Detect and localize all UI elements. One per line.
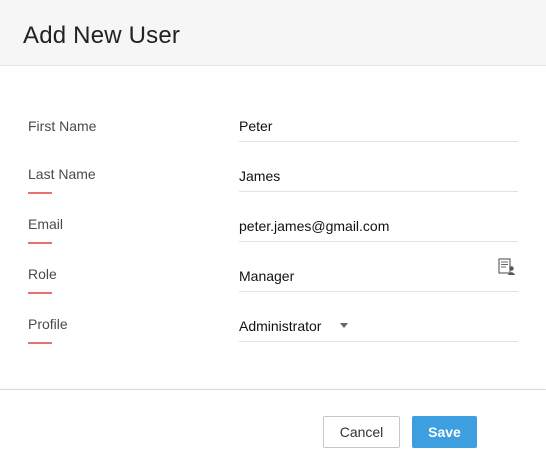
profile-label: Profile xyxy=(28,316,68,332)
profile-select[interactable]: Administrator xyxy=(239,318,321,334)
first-name-row: First Name Peter xyxy=(28,116,518,166)
last-name-label: Last Name xyxy=(28,166,96,182)
email-underline xyxy=(239,241,518,242)
dialog-header: Add New User xyxy=(0,0,546,66)
last-name-row: Last Name James xyxy=(28,164,518,214)
role-underline xyxy=(239,291,518,292)
profile-underline xyxy=(239,341,518,342)
email-row: Email peter.james@gmail.com xyxy=(28,214,518,264)
add-user-dialog: Add New User First Name Peter Last Name … xyxy=(0,0,546,470)
cancel-button[interactable]: Cancel xyxy=(323,416,400,448)
last-name-underline xyxy=(239,191,518,192)
first-name-underline xyxy=(239,141,518,142)
last-name-input[interactable]: James xyxy=(239,168,280,184)
first-name-input[interactable]: Peter xyxy=(239,118,272,134)
profile-row: Profile Administrator xyxy=(28,314,518,364)
user-lookup-icon[interactable] xyxy=(498,258,516,276)
first-name-label: First Name xyxy=(28,118,97,134)
email-accent xyxy=(28,242,52,244)
role-input[interactable]: Manager xyxy=(239,268,294,284)
save-button[interactable]: Save xyxy=(412,416,477,448)
dialog-title: Add New User xyxy=(23,22,181,49)
email-input[interactable]: peter.james@gmail.com xyxy=(239,218,389,234)
profile-accent xyxy=(28,342,52,344)
role-row: Role Manager xyxy=(28,258,518,314)
footer-divider xyxy=(0,389,546,390)
role-label: Role xyxy=(28,266,57,282)
last-name-accent xyxy=(28,192,52,194)
role-accent xyxy=(28,292,52,294)
email-label: Email xyxy=(28,216,64,232)
chevron-down-icon[interactable] xyxy=(340,323,348,328)
